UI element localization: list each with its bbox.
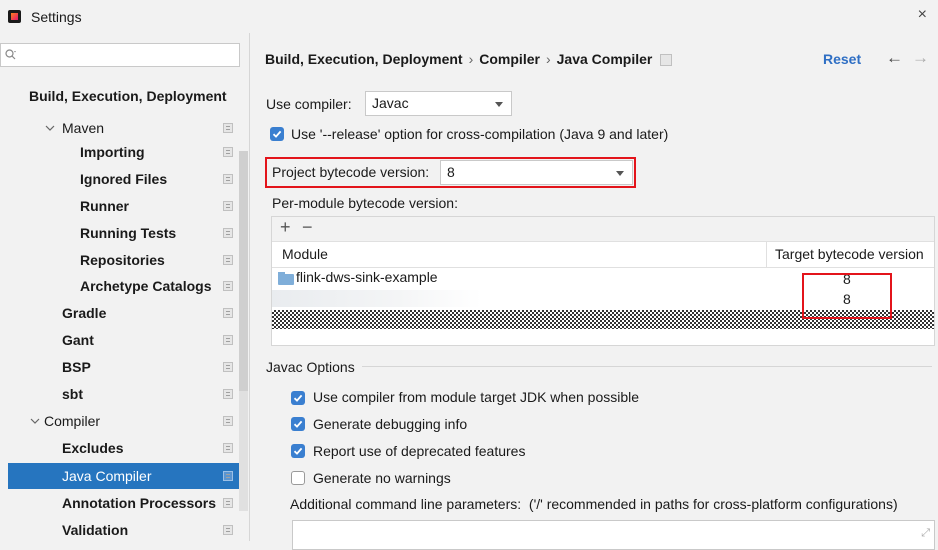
additional-params-input[interactable]: ⤢ — [292, 520, 935, 550]
use-module-jdk-label[interactable]: Use compiler from module target JDK when… — [313, 389, 639, 405]
use-compiler-label: Use compiler: — [266, 96, 352, 112]
project-settings-icon — [223, 443, 233, 453]
project-settings-icon — [223, 471, 233, 481]
compiler-select-value: Javac — [372, 95, 409, 111]
table-toolbar: + − — [272, 217, 934, 242]
project-settings-icon — [223, 525, 233, 535]
chevron-down-icon[interactable] — [29, 415, 41, 427]
sidebar-scrollbar-thumb[interactable] — [239, 151, 248, 391]
checkmark-icon — [293, 394, 303, 402]
use-module-jdk-checkbox[interactable] — [291, 391, 305, 405]
redacted-module-name — [272, 290, 482, 307]
column-header-module[interactable]: Module — [282, 246, 328, 262]
sidebar-item-bsp[interactable]: BSP — [62, 354, 91, 380]
table-header: Module Target bytecode version — [272, 242, 934, 268]
sidebar-item-gant[interactable]: Gant — [62, 327, 94, 353]
expand-icon[interactable]: ⤢ — [921, 527, 930, 540]
project-settings-icon — [223, 416, 233, 426]
deprecated-features-checkbox[interactable] — [291, 444, 305, 458]
title-bar: Settings × — [0, 0, 938, 33]
module-name: flink-dws-sink-example — [296, 269, 438, 285]
checkmark-icon — [272, 130, 282, 138]
checkmark-icon — [293, 420, 303, 428]
breadcrumb-item[interactable]: Build, Execution, Deployment — [265, 51, 463, 67]
settings-sidebar: Build, Execution, Deployment Maven Impor… — [0, 33, 250, 541]
sidebar-item-importing[interactable]: Importing — [80, 139, 145, 165]
sidebar-item-running-tests[interactable]: Running Tests — [80, 220, 176, 246]
dropdown-arrow-icon — [495, 102, 503, 107]
sidebar-item-excludes[interactable]: Excludes — [62, 435, 123, 461]
per-module-label: Per-module bytecode version: — [272, 195, 458, 211]
project-settings-icon — [223, 335, 233, 345]
additional-params-label-text: Additional command line parameters: — [290, 496, 522, 512]
module-folder-icon — [278, 272, 294, 285]
column-header-target-version[interactable]: Target bytecode version — [775, 246, 924, 262]
no-warnings-label[interactable]: Generate no warnings — [313, 470, 451, 486]
window-title: Settings — [31, 9, 82, 25]
breadcrumb-item[interactable]: Compiler — [479, 51, 540, 67]
project-settings-icon — [223, 147, 233, 157]
breadcrumb-item: Java Compiler — [556, 51, 653, 67]
breadcrumb-separator: › — [545, 51, 551, 67]
project-settings-icon — [223, 201, 233, 211]
release-option-label[interactable]: Use '--release' option for cross-compila… — [291, 126, 668, 142]
sidebar-item-gradle[interactable]: Gradle — [62, 300, 106, 326]
checkmark-icon — [293, 447, 303, 455]
additional-params-label: Additional command line parameters: ('/'… — [290, 496, 898, 512]
reset-button[interactable]: Reset — [823, 51, 861, 67]
section-divider — [362, 366, 932, 367]
intellij-logo-icon — [8, 10, 21, 23]
no-warnings-checkbox[interactable] — [291, 471, 305, 485]
debugging-info-label[interactable]: Generate debugging info — [313, 416, 467, 432]
sidebar-item-ignored-files[interactable]: Ignored Files — [80, 166, 167, 192]
back-arrow-icon[interactable]: ← — [886, 48, 903, 68]
debugging-info-checkbox[interactable] — [291, 417, 305, 431]
compiler-select[interactable]: Javac — [365, 91, 512, 116]
sidebar-item-runner[interactable]: Runner — [80, 193, 129, 219]
forward-arrow-icon[interactable]: → — [912, 48, 929, 68]
highlight-box — [265, 157, 636, 188]
additional-params-hint: ('/' recommended in paths for cross-plat… — [528, 496, 898, 512]
column-divider — [766, 242, 767, 267]
javac-options-section-label: Javac Options — [266, 359, 355, 375]
project-settings-icon — [223, 228, 233, 238]
search-icon — [5, 49, 16, 60]
project-settings-icon — [223, 389, 233, 399]
sidebar-item-sbt[interactable]: sbt — [62, 381, 83, 407]
highlight-box — [802, 273, 892, 319]
sidebar-item-annotation-processors[interactable]: Annotation Processors — [62, 490, 216, 516]
project-settings-icon — [223, 123, 233, 133]
release-option-checkbox[interactable] — [270, 127, 284, 141]
sidebar-item-maven[interactable]: Maven — [62, 115, 104, 141]
settings-main-panel: Build, Execution, Deployment › Compiler › Ja… — [250, 33, 938, 550]
project-settings-icon — [223, 281, 233, 291]
search-input[interactable] — [0, 43, 240, 67]
deprecated-features-label[interactable]: Report use of deprecated features — [313, 443, 525, 459]
project-settings-icon — [223, 255, 233, 265]
close-icon[interactable]: × — [918, 6, 927, 24]
breadcrumb-separator: › — [468, 51, 474, 67]
add-icon[interactable]: + — [280, 217, 291, 238]
sidebar-item-validation[interactable]: Validation — [62, 517, 128, 543]
remove-icon[interactable]: − — [302, 217, 313, 238]
chevron-down-icon[interactable] — [44, 122, 56, 134]
breadcrumb: Build, Execution, Deployment › Compiler › Ja… — [265, 51, 673, 67]
sidebar-item-repositories[interactable]: Repositories — [80, 247, 165, 273]
sidebar-item-build-execution-deployment[interactable]: Build, Execution, Deployment — [29, 83, 227, 109]
sidebar-item-java-compiler[interactable]: Java Compiler — [62, 463, 151, 489]
project-settings-icon — [223, 498, 233, 508]
project-settings-icon — [223, 174, 233, 184]
project-settings-icon — [660, 54, 673, 67]
project-settings-icon — [223, 362, 233, 372]
project-settings-icon — [223, 308, 233, 318]
sidebar-item-archetype-catalogs[interactable]: Archetype Catalogs — [80, 273, 211, 299]
sidebar-item-compiler[interactable]: Compiler — [44, 408, 100, 434]
